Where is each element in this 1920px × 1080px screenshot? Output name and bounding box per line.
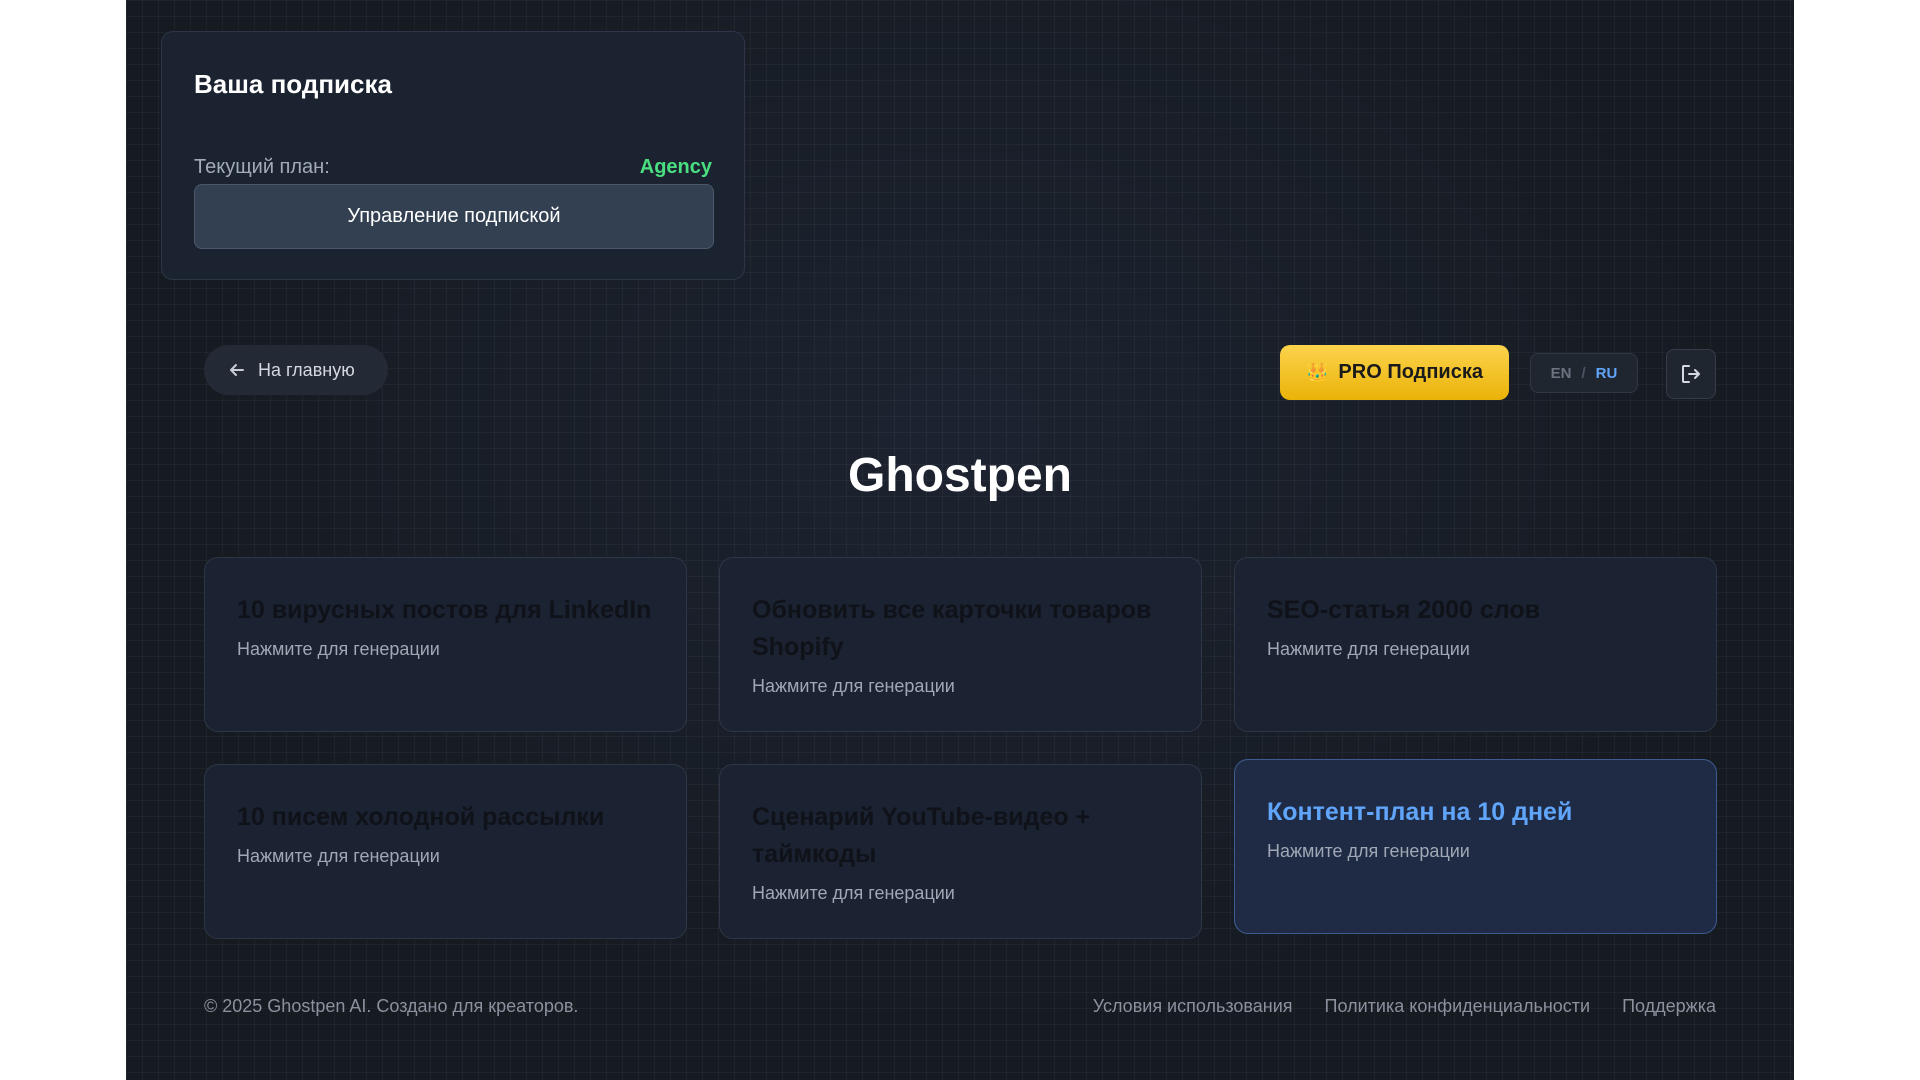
logout-icon (1682, 365, 1700, 383)
crown-icon: 👑 (1306, 362, 1329, 382)
prompt-card-subtitle: Нажмите для генерации (237, 639, 440, 659)
prompt-card-title: Контент-план на 10 дней (1267, 798, 1573, 826)
app-window: Ваша подписка Текущий план: Agency Управ… (126, 0, 1794, 1080)
footer-link-support[interactable]: Поддержка (1622, 996, 1716, 1017)
manage-subscription-button[interactable]: Управление подпиской (194, 184, 714, 249)
prompt-card-title: Обновить все карточки товаров Shopify (752, 596, 1152, 661)
prompt-card-subtitle: Нажмите для генерации (237, 846, 440, 866)
prompt-card-active[interactable]: Контент-план на 10 дней Нажмите для гене… (1234, 759, 1717, 934)
language-switcher: EN / RU (1530, 353, 1638, 393)
prompt-card[interactable]: 10 вирусных постов для LinkedIn Нажмите … (204, 557, 687, 732)
prompt-card-subtitle: Нажмите для генерации (1267, 639, 1470, 659)
subscription-title: Ваша подписка (194, 69, 392, 99)
prompt-card[interactable]: Обновить все карточки товаров Shopify На… (719, 557, 1202, 732)
arrow-left-icon (230, 364, 244, 376)
back-to-home-button[interactable]: На главную (204, 345, 388, 395)
footer-link-terms[interactable]: Условия использования (1093, 996, 1293, 1017)
brand-title: Ghostpen (848, 449, 1072, 502)
prompt-card[interactable]: SEO-статья 2000 слов Нажмите для генерац… (1234, 557, 1717, 732)
prompt-card-title: 10 вирусных постов для LinkedIn (237, 596, 652, 624)
footer-links: Условия использования Политика конфиденц… (1061, 996, 1716, 1017)
lang-ru-option[interactable]: RU (1596, 365, 1618, 382)
back-to-home-label: На главную (258, 359, 355, 380)
prompt-card-title: Сценарий YouTube-видео + таймкоды (752, 803, 1091, 868)
prompt-card[interactable]: Сценарий YouTube-видео + таймкоды Нажмит… (719, 764, 1202, 939)
lang-en-option[interactable]: EN (1551, 365, 1572, 382)
prompt-card-subtitle: Нажмите для генерации (752, 676, 955, 696)
prompt-card-title: 10 писем холодной рассылки (237, 803, 605, 831)
prompt-card-title: SEO-статья 2000 слов (1267, 596, 1540, 624)
prompt-card-subtitle: Нажмите для генерации (752, 883, 955, 903)
prompt-card-subtitle: Нажмите для генерации (1267, 841, 1470, 861)
current-plan-label: Текущий план: (194, 156, 330, 178)
pro-subscription-label: PRO Подписка (1338, 361, 1483, 383)
footer-link-privacy[interactable]: Политика конфиденциальности (1325, 996, 1591, 1017)
footer-copyright: © 2025 Ghostpen AI. Создано для креаторо… (204, 996, 579, 1016)
prompt-card[interactable]: 10 писем холодной рассылки Нажмите для г… (204, 764, 687, 939)
logout-button[interactable] (1666, 349, 1716, 399)
lang-separator: / (1581, 364, 1586, 382)
current-plan-value: Agency (639, 156, 712, 178)
pro-subscription-button[interactable]: 👑 PRO Подписка (1280, 345, 1509, 400)
subscription-panel: Ваша подписка Текущий план: Agency Управ… (161, 31, 745, 280)
